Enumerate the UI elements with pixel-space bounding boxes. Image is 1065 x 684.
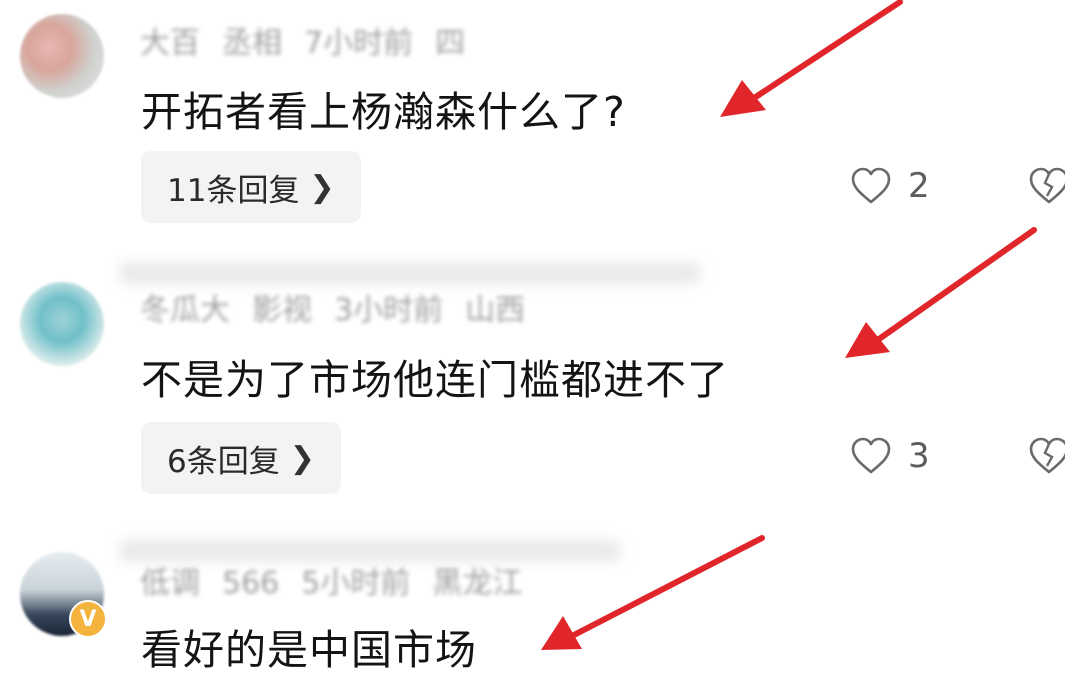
red-arrow-2 — [845, 227, 1037, 358]
red-arrow-3 — [541, 535, 765, 650]
red-arrow-1 — [720, 0, 903, 117]
annotation-arrows — [541, 0, 1037, 650]
